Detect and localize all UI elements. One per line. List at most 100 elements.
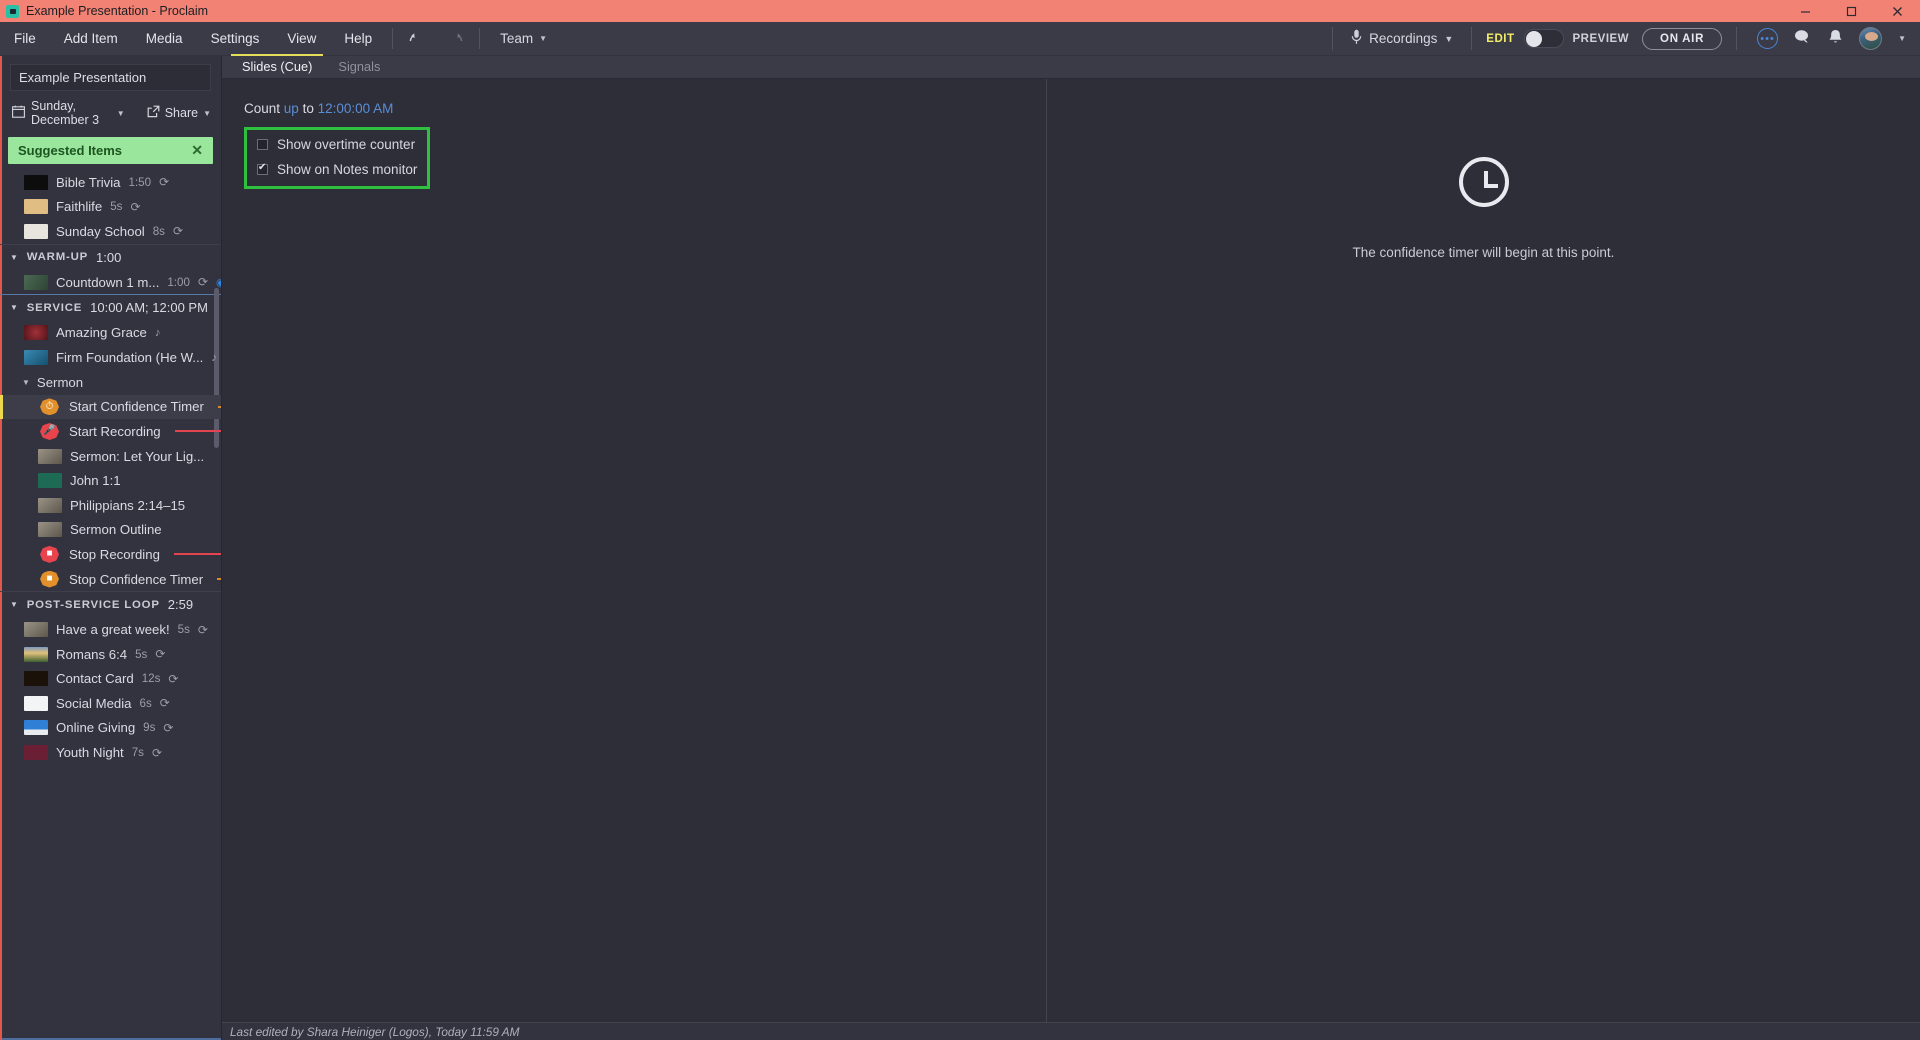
list-item-start-recording[interactable]: 🎤 Start Recording xyxy=(0,419,221,444)
share-external-icon xyxy=(147,105,160,121)
item-thumbnail xyxy=(24,646,48,662)
list-item[interactable]: Philippians 2:14–15 xyxy=(0,493,221,518)
list-item[interactable]: Youth Night 7s ⟳ xyxy=(0,740,221,765)
group-header-post-service-loop[interactable]: ▼ POST-SERVICE LOOP 2:59 xyxy=(0,591,221,617)
list-item[interactable]: Have a great week! 5s ⟳ xyxy=(0,617,221,642)
more-options-icon[interactable]: ••• xyxy=(1757,28,1779,49)
mode-toggle[interactable] xyxy=(1523,29,1564,48)
menu-spacer xyxy=(561,22,1332,55)
list-item[interactable]: Bible Trivia 1:50 ⟳ xyxy=(0,170,221,195)
list-item[interactable]: Social Media 6s ⟳ xyxy=(0,691,221,716)
list-item[interactable]: Firm Foundation (He W... ♪ xyxy=(0,345,221,370)
suggested-items-banner[interactable]: Suggested Items ✕ xyxy=(8,137,213,164)
group-name: SERVICE xyxy=(26,301,83,314)
presentation-title-field[interactable]: Example Presentation xyxy=(10,64,211,91)
close-icon[interactable] xyxy=(1874,0,1920,22)
show-on-notes-monitor-checkbox[interactable] xyxy=(257,162,268,175)
close-icon[interactable]: ✕ xyxy=(191,142,203,159)
subgroup-header-sermon[interactable]: ▼ Sermon xyxy=(0,370,221,395)
team-menu[interactable]: Team ▼ xyxy=(486,22,561,55)
sidebar-meta-row: Sunday, December 3 ▼ Share ▼ xyxy=(0,95,221,135)
group-duration: 1:00 xyxy=(96,249,122,265)
show-overtime-counter-checkbox[interactable] xyxy=(257,139,268,150)
item-thumbnail xyxy=(24,349,48,365)
loop-icon: ⟳ xyxy=(197,275,208,290)
preview-label: PREVIEW xyxy=(1572,32,1630,45)
checkbox-row-show-overtime-counter[interactable]: Show overtime counter xyxy=(251,132,423,157)
menu-file[interactable]: File xyxy=(0,22,50,55)
undo-icon[interactable] xyxy=(405,28,430,49)
item-thumbnail xyxy=(24,174,48,190)
chat-bubble-icon[interactable] xyxy=(1794,29,1812,48)
play-status-icon: ◉ xyxy=(216,276,221,289)
notification-bell-icon[interactable] xyxy=(1828,29,1843,49)
list-item[interactable]: Romans 6:4 5s ⟳ xyxy=(0,642,221,667)
redo-icon[interactable] xyxy=(442,28,467,49)
action-tail-line xyxy=(217,578,221,581)
list-item[interactable]: Sunday School 8s ⟳ xyxy=(0,219,221,244)
tab-signals[interactable]: Signals xyxy=(327,56,391,78)
menu-help[interactable]: Help xyxy=(330,22,386,55)
outline-list[interactable]: Bible Trivia 1:50 ⟳ Faithlife 5s ⟳ Sunda… xyxy=(0,168,221,1038)
count-target-time-link[interactable]: 12:00:00 AM xyxy=(318,101,394,116)
menu-divider-2 xyxy=(479,28,481,49)
action-tail-line xyxy=(174,430,221,433)
loop-icon: ⟳ xyxy=(172,224,184,239)
group-header-warm-up[interactable]: ▼ WARM-UP 1:00 xyxy=(0,243,221,270)
list-item[interactable]: Contact Card 12s ⟳ xyxy=(0,667,221,692)
item-thumbnail xyxy=(24,223,48,239)
group-header-service[interactable]: ▼ SERVICE 10:00 AM; 12:00 PM xyxy=(0,294,221,320)
list-item-start-confidence-timer[interactable]: ⏱ Start Confidence Timer xyxy=(0,394,221,420)
window-title: Example Presentation - Proclaim xyxy=(26,4,209,18)
menu-media[interactable]: Media xyxy=(132,22,197,55)
tab-slides-cue[interactable]: Slides (Cue) xyxy=(231,54,324,78)
service-date-label: Sunday, December 3 xyxy=(31,99,100,127)
list-item[interactable]: Sermon: Let Your Lig... xyxy=(0,444,221,469)
menu-settings[interactable]: Settings xyxy=(197,22,274,55)
item-label: Stop Confidence Timer xyxy=(69,571,204,587)
chevron-down-icon: ▼ xyxy=(10,600,19,610)
loop-icon: ⟳ xyxy=(155,647,166,662)
item-thumbnail xyxy=(24,671,48,687)
cue-tabs: Slides (Cue) Signals xyxy=(222,54,1920,79)
list-item[interactable]: Countdown 1 m... 1:00 ⟳ ◉ xyxy=(0,270,221,295)
item-type-icon: ♪ xyxy=(211,350,218,364)
item-label: Faithlife xyxy=(56,199,103,215)
menu-view[interactable]: View xyxy=(273,22,330,55)
item-label: Sunday School xyxy=(56,223,145,239)
list-item[interactable]: John 1:1 xyxy=(0,468,221,493)
chevron-down-icon: ▼ xyxy=(203,108,211,118)
count-direction-link[interactable]: up xyxy=(284,101,299,116)
list-item[interactable]: Amazing Grace ♪ xyxy=(0,320,221,345)
team-label: Team xyxy=(500,31,534,46)
list-item[interactable]: Online Giving 9s ⟳ xyxy=(0,716,221,741)
chevron-down-icon[interactable]: ▼ xyxy=(1898,34,1906,43)
proclaim-logo-icon xyxy=(6,4,19,18)
list-item[interactable]: Sermon Outline xyxy=(0,518,221,543)
menu-add-item[interactable]: Add Item xyxy=(50,22,132,55)
item-thumbnail xyxy=(24,720,48,736)
item-duration: 1:00 xyxy=(167,275,190,289)
on-air-button[interactable]: ON AIR xyxy=(1642,27,1723,50)
item-duration: 1:50 xyxy=(128,175,152,189)
recordings-menu[interactable]: Recordings ▼ xyxy=(1333,22,1471,55)
count-direction-row: Count up to 12:00:00 AM xyxy=(244,101,1046,116)
subgroup-name: Sermon xyxy=(36,374,84,390)
user-avatar[interactable] xyxy=(1859,27,1883,50)
edit-preview-switch[interactable]: EDIT PREVIEW ON AIR xyxy=(1472,22,1736,55)
service-date-picker[interactable]: Sunday, December 3 ▼ xyxy=(12,99,125,127)
suggested-items-label: Suggested Items xyxy=(18,143,123,158)
loop-icon: ⟳ xyxy=(159,175,170,190)
maximize-icon[interactable] xyxy=(1828,0,1874,22)
list-item-stop-confidence-timer[interactable]: ■ Stop Confidence Timer xyxy=(0,567,221,592)
minimize-icon[interactable] xyxy=(1782,0,1828,22)
share-button[interactable]: Share ▼ xyxy=(147,105,211,121)
toggle-knob xyxy=(1525,31,1542,47)
chevron-down-icon: ▼ xyxy=(22,377,30,387)
group-name: WARM-UP xyxy=(26,251,88,264)
item-label: Philippians 2:14–15 xyxy=(70,497,186,513)
checkbox-row-show-on-notes-monitor[interactable]: Show on Notes monitor xyxy=(251,157,423,182)
microphone-icon xyxy=(1351,29,1362,48)
list-item[interactable]: Faithlife 5s ⟳ xyxy=(0,195,221,220)
list-item-stop-recording[interactable]: ■ Stop Recording xyxy=(0,542,221,567)
